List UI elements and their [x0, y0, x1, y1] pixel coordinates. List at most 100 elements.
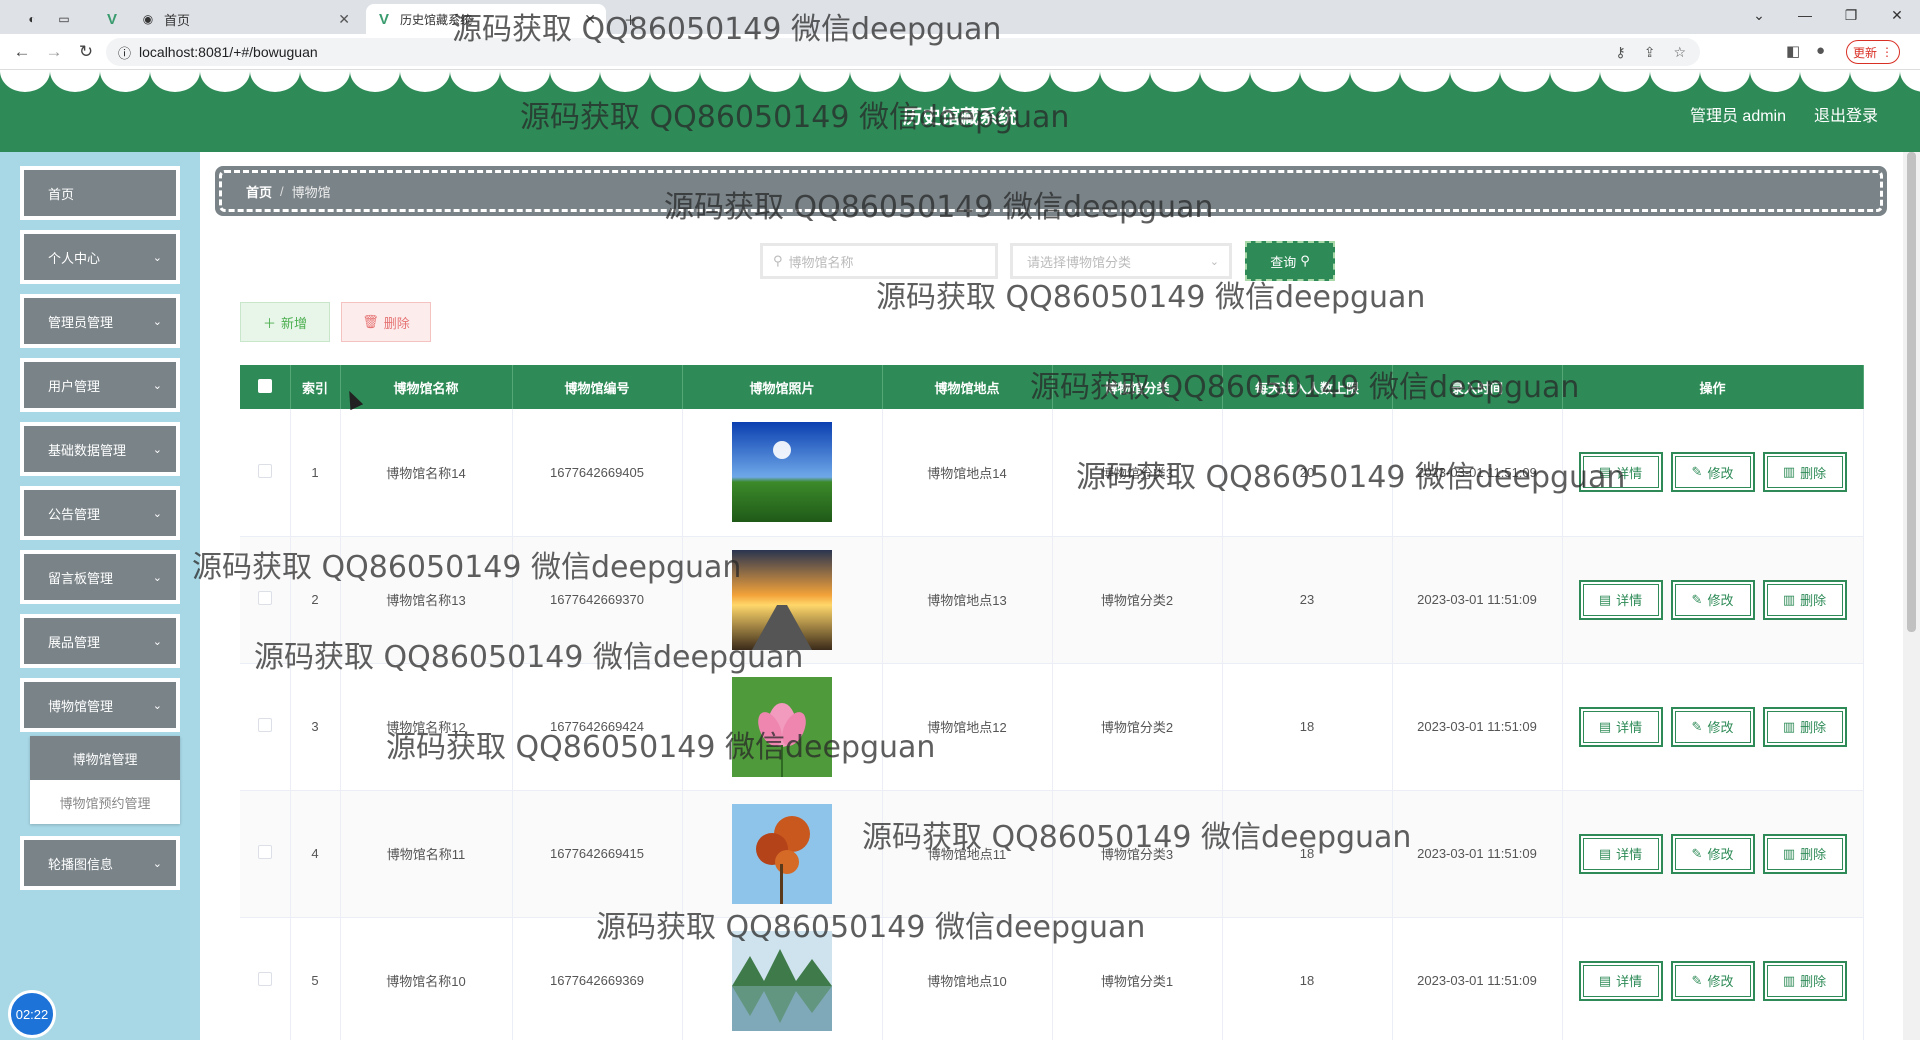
key-icon[interactable]: ⚷: [1615, 44, 1625, 61]
batch-delete-button[interactable]: 🗑 删除: [341, 302, 431, 342]
scallop-shape: [1900, 70, 1920, 92]
scallop-shape: [1300, 70, 1350, 92]
update-label: 更新: [1852, 45, 1877, 60]
row-select-cell[interactable]: [240, 536, 291, 664]
select-all-cell[interactable]: [240, 365, 291, 409]
sidebar-item-label: 博物馆管理: [48, 698, 114, 714]
sidebar-item-label: 用户管理: [48, 378, 101, 394]
sidebar-icon[interactable]: ◧: [1786, 42, 1800, 60]
logout-link[interactable]: 退出登录: [1814, 102, 1878, 126]
edit-button[interactable]: ✎ 修改: [1670, 579, 1755, 620]
close-window-button[interactable]: ✕: [1874, 0, 1920, 30]
museum-photo-sunset-road[interactable]: [732, 549, 832, 650]
edit-label: 修改: [1707, 974, 1734, 989]
cell-photo: [682, 663, 883, 791]
detail-button[interactable]: ▤ 详情: [1578, 579, 1663, 620]
delete-button[interactable]: ▥ 删除: [1762, 452, 1847, 493]
update-button[interactable]: 更新 ⋮: [1846, 40, 1900, 64]
select-all-checkbox[interactable]: [257, 378, 272, 393]
scallop-shape: [700, 70, 750, 92]
edit-label: 修改: [1707, 847, 1734, 862]
detail-button[interactable]: ▤ 详情: [1578, 833, 1663, 874]
sidebar-item-notices[interactable]: 公告管理 ⌄: [20, 486, 180, 540]
page-scrollbar[interactable]: [1903, 152, 1920, 1040]
museum-photo-lake-mountains[interactable]: [732, 930, 832, 1031]
cell-photo: [682, 790, 883, 918]
back-icon[interactable]: ←: [10, 40, 34, 64]
edit-button[interactable]: ✎ 修改: [1670, 960, 1755, 1001]
row-checkbox[interactable]: [257, 463, 272, 478]
scallop-shape: [800, 70, 850, 92]
delete-button[interactable]: ▥ 删除: [1762, 833, 1847, 874]
museum-table: 索引 博物馆名称 博物馆编号 博物馆照片 博物馆地点 博物馆分类 每天进入人数上…: [240, 365, 1864, 1040]
star-icon[interactable]: ☆: [1673, 44, 1686, 61]
minimize-button[interactable]: —: [1782, 0, 1828, 30]
scallop-shape: [1250, 70, 1300, 92]
close-icon[interactable]: ✕: [584, 11, 596, 28]
reload-icon[interactable]: ↻: [74, 40, 98, 64]
museum-photo-autumn-leaves[interactable]: [732, 803, 832, 904]
breadcrumb-home[interactable]: 首页: [246, 182, 272, 201]
museum-category-select[interactable]: 请选择博物馆分类 ⌄: [1010, 243, 1232, 279]
sidebar-item-museums[interactable]: 博物馆管理 ⌄: [20, 678, 180, 732]
url-field[interactable]: ⓘ localhost:8081/+#/bowuguan ⚷ ⇪ ☆: [106, 38, 1700, 66]
browser-icon-tab[interactable]: V: [94, 4, 130, 34]
delete-label: 删除: [1800, 593, 1827, 608]
edit-button[interactable]: ✎ 修改: [1670, 833, 1755, 874]
sidebar-item-exhibits[interactable]: 展品管理 ⌄: [20, 614, 180, 668]
chevron-down-icon: ⌄: [152, 507, 162, 520]
sidebar-item-admins[interactable]: 管理员管理 ⌄: [20, 294, 180, 348]
clock-badge[interactable]: 02:22: [8, 990, 56, 1038]
chevron-down-icon[interactable]: ⌄: [1736, 0, 1782, 30]
cell-code: 1677642669370: [512, 536, 683, 664]
edit-button[interactable]: ✎ 修改: [1670, 706, 1755, 747]
submenu-item-museum-management[interactable]: 博物馆管理: [30, 736, 180, 780]
row-checkbox[interactable]: [257, 845, 272, 859]
row-checkbox[interactable]: [257, 972, 272, 986]
query-button[interactable]: 查询 ⚲: [1245, 241, 1335, 281]
cell-code: 1677642669415: [512, 790, 683, 918]
cell-actions: ▤ 详情 ✎ 修改 ▥ 删除: [1562, 536, 1864, 664]
row-select-cell[interactable]: [240, 790, 291, 918]
sidebar-item-basedata[interactable]: 基础数据管理 ⌄: [20, 422, 180, 476]
cell-index: 4: [290, 790, 341, 918]
cell-location: 博物馆地点10: [882, 917, 1053, 1040]
detail-button[interactable]: ▤ 详情: [1578, 706, 1663, 747]
browser-icon-tab[interactable]: ▭: [46, 4, 82, 34]
museum-photo-lotus-flower[interactable]: [732, 676, 832, 777]
detail-button[interactable]: ▤ 详情: [1578, 960, 1663, 1001]
new-tab-button[interactable]: ＋: [614, 4, 647, 34]
profile-icon[interactable]: ●: [1816, 42, 1825, 59]
browser-icon-tab[interactable]: ◐: [14, 4, 50, 34]
delete-button[interactable]: ▥ 删除: [1762, 706, 1847, 747]
scallop-shape: [1000, 70, 1050, 92]
delete-button[interactable]: ▥ 删除: [1762, 579, 1847, 620]
row-checkbox[interactable]: [257, 718, 272, 732]
submenu-item-museum-booking[interactable]: 博物馆预约管理: [30, 780, 180, 824]
browser-tab-home[interactable]: ◉ 首页 ✕: [130, 4, 360, 34]
share-icon[interactable]: ⇪: [1644, 44, 1656, 61]
browser-tab-active[interactable]: V 历史馆藏系统 ✕: [366, 4, 606, 34]
sidebar-item-profile[interactable]: 个人中心 ⌄: [20, 230, 180, 284]
edit-button[interactable]: ✎ 修改: [1670, 452, 1755, 493]
add-button[interactable]: ＋ 新增: [240, 302, 330, 342]
sidebar-item-label: 轮播图信息: [48, 856, 114, 872]
vue-icon: V: [106, 10, 117, 28]
detail-button[interactable]: ▤ 详情: [1578, 452, 1663, 493]
scrollbar-thumb[interactable]: [1907, 152, 1916, 632]
museum-name-search-input[interactable]: ⚲ 博物馆名称: [760, 243, 998, 279]
cell-code: 1677642669424: [512, 663, 683, 791]
row-select-cell[interactable]: [240, 917, 291, 1040]
restore-button[interactable]: ❐: [1828, 0, 1874, 30]
close-icon[interactable]: ✕: [338, 11, 350, 28]
delete-button[interactable]: ▥ 删除: [1762, 960, 1847, 1001]
sidebar-item-messages[interactable]: 留言板管理 ⌄: [20, 550, 180, 604]
sidebar-item-users[interactable]: 用户管理 ⌄: [20, 358, 180, 412]
sidebar-item-carousel[interactable]: 轮播图信息 ⌄: [20, 836, 180, 890]
sidebar-item-home[interactable]: 首页: [20, 166, 180, 220]
forward-icon[interactable]: →: [42, 40, 66, 64]
museum-photo-meadow-sky[interactable]: [732, 422, 832, 523]
row-select-cell[interactable]: [240, 663, 291, 791]
row-select-cell[interactable]: [240, 409, 291, 537]
row-checkbox[interactable]: [257, 591, 272, 605]
